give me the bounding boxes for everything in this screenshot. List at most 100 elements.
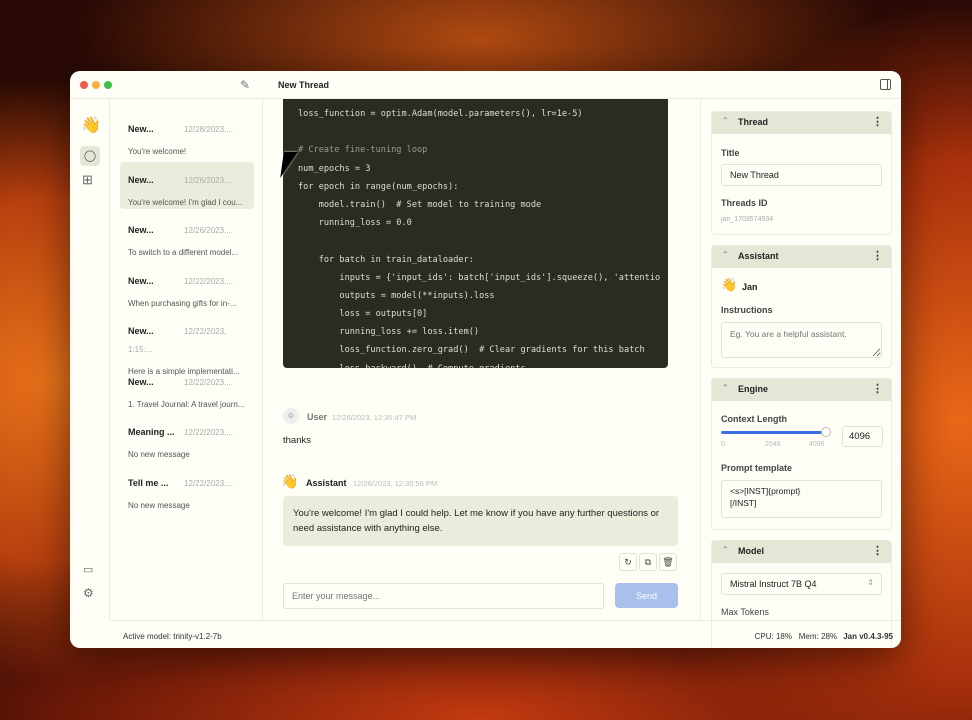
- more-icon[interactable]: ⋮: [872, 249, 883, 262]
- thread-item[interactable]: New... 12/22/2023, 1:15:... Here is a simp…: [120, 313, 254, 376]
- code-line: running_loss += loss.item(): [298, 327, 480, 338]
- toggle-panel-icon[interactable]: [880, 79, 891, 90]
- model-select[interactable]: Mistral Instruct 7B Q4 ⇕: [721, 573, 882, 595]
- thread-preview: You're welcome! I'm glad I cou...: [128, 197, 243, 207]
- message-text: thanks: [283, 435, 311, 446]
- thread-preview: You're welcome!: [128, 147, 187, 156]
- thread-preview: To switch to a different model...: [128, 248, 239, 257]
- code-line: outputs = model(**inputs).loss: [298, 290, 495, 301]
- send-button[interactable]: Send: [615, 583, 678, 608]
- card-title: Model: [738, 546, 764, 556]
- thread-item[interactable]: New... 12/22/2023,... 1. Travel Journal: A…: [120, 364, 254, 411]
- thread-item[interactable]: New... 12/26/2023,... To switch to a diffe…: [120, 212, 254, 259]
- more-icon[interactable]: ⋮: [872, 115, 883, 128]
- card-title: Assistant: [738, 251, 779, 261]
- context-length-slider[interactable]: [721, 427, 831, 437]
- prompt-template-label: Prompt template: [721, 463, 793, 473]
- thread-date: 12/22/2023,...: [184, 377, 233, 387]
- delete-icon[interactable]: 🗑: [659, 553, 677, 571]
- thread-title: Tell me ...: [128, 477, 169, 488]
- thread-title: New...: [128, 275, 154, 286]
- chevron-up-icon: ⌃: [722, 383, 729, 392]
- code-line: loss = outputs[0]: [298, 309, 428, 320]
- mem-usage: Mem: 28%: [798, 632, 837, 641]
- context-length-label: Context Length: [721, 414, 787, 424]
- thread-title: New...: [128, 124, 154, 134]
- code-line: inputs = {'input_ids': batch['input_ids'…: [298, 272, 661, 283]
- assistant-avatar-icon: 👋: [281, 473, 299, 489]
- code-block: loss_function = optim.Adam(model.paramet…: [283, 99, 668, 368]
- gear-icon[interactable]: ⚙: [83, 586, 94, 600]
- message-role: User: [307, 412, 328, 422]
- thread-item[interactable]: Tell me ... 12/22/2023,... No new message: [120, 465, 254, 512]
- more-icon[interactable]: ⋮: [872, 544, 883, 557]
- instructions-textarea[interactable]: [721, 322, 882, 358]
- status-bar: Active model: trinity-v1.2-7b CPU: 18% M…: [110, 620, 901, 648]
- monitor-icon[interactable]: ▭: [83, 563, 93, 576]
- title-input[interactable]: New Thread: [721, 164, 882, 186]
- context-length-input[interactable]: 4096: [842, 426, 883, 447]
- thread-date: 12/26/2023,...: [184, 175, 233, 185]
- slider-tick: 0: [721, 441, 725, 448]
- chevron-up-icon: ⌃: [722, 116, 729, 125]
- code-line: loss_function.zero_grad() # Clear gradie…: [298, 345, 645, 356]
- maximize-window-button[interactable]: [104, 81, 112, 89]
- slider-tick: 2048: [765, 441, 781, 448]
- thread-title: New...: [128, 326, 154, 336]
- message-bubble: You're welcome! I'm glad I could help. L…: [283, 496, 678, 546]
- message-role: Assistant: [306, 478, 347, 488]
- code-line: loss_function = optim.Adam(model.paramet…: [298, 109, 583, 119]
- title-label: Title: [721, 148, 740, 158]
- thread-card: ⌃ Thread ⋮ Title New Thread Threads ID jan…: [711, 111, 892, 235]
- thread-date: 12/26/2023,...: [184, 226, 233, 235]
- chevron-up-icon: ⌃: [722, 545, 729, 554]
- copy-icon[interactable]: ⧉: [639, 553, 657, 571]
- more-icon[interactable]: ⋮: [872, 382, 883, 395]
- thread-date: 12/22/2023,...: [184, 428, 233, 437]
- code-line: for batch in train_dataloader:: [298, 254, 474, 265]
- assistant-name: Jan: [742, 282, 758, 292]
- message-input[interactable]: [283, 583, 604, 609]
- thread-title: New...: [128, 174, 154, 185]
- active-model: Active model: trinity-v1.2-7b: [123, 632, 222, 641]
- grid-icon[interactable]: ⊞: [82, 172, 93, 188]
- thread-id-label: Threads ID: [721, 198, 768, 208]
- slider-handle[interactable]: [821, 427, 831, 437]
- slider-fill: [721, 431, 826, 434]
- card-title: Engine: [738, 384, 769, 394]
- thread-item[interactable]: New... 12/26/2023,... You're welcome! I'm …: [120, 161, 254, 209]
- instructions-label: Instructions: [721, 305, 773, 315]
- thread-preview: No new message: [128, 500, 190, 510]
- thread-id-value: jan_1703574534: [721, 216, 774, 223]
- card-title: Thread: [738, 117, 769, 127]
- close-window-button[interactable]: [80, 81, 88, 89]
- thread-item[interactable]: New... 12/22/2023,... When purchasing gift…: [120, 263, 254, 310]
- model-card-header[interactable]: ⌃ Model ⋮: [712, 541, 891, 563]
- prompt-template-textarea[interactable]: <s>[INST]{prompt} [/INST]: [721, 480, 882, 518]
- thread-preview: When purchasing gifts for in-...: [128, 298, 237, 308]
- waving-hand-logo-icon: 👋: [81, 117, 101, 134]
- code-line: loss.backward() # Compute gradients: [298, 360, 668, 368]
- thread-card-header[interactable]: ⌃ Thread ⋮: [712, 112, 891, 134]
- code-line: # Create fine-tuning loop: [298, 145, 428, 156]
- code-line: num_epochs = 3: [298, 163, 371, 174]
- settings-panel: ⌃ Thread ⋮ Title New Thread Threads ID jan…: [700, 99, 901, 648]
- thread-title: Meaning ...: [128, 427, 175, 437]
- thread-item[interactable]: New... 12/28/2023,... You're welcome!: [120, 111, 254, 158]
- minimize-window-button[interactable]: [92, 81, 100, 89]
- thread-preview: No new message: [128, 450, 190, 459]
- code-line: running_loss = 0.0: [298, 218, 412, 229]
- regenerate-icon[interactable]: ↻: [619, 553, 637, 571]
- engine-card-header[interactable]: ⌃ Engine ⋮: [712, 379, 891, 401]
- assistant-card-header[interactable]: ⌃ Assistant ⋮: [712, 246, 891, 268]
- thread-item[interactable]: Meaning ... 12/22/2023,... No new message: [120, 414, 254, 461]
- thread-date: 12/22/2023,...: [184, 276, 233, 286]
- new-thread-icon[interactable]: ✎: [240, 78, 250, 92]
- message-time: 12/26/2023, 12:35:56 PM: [353, 479, 438, 488]
- user-avatar-icon: ☺: [283, 408, 299, 424]
- app-window: ✎ New Thread 👋 ◯ ⊞ ▭ ⚙ New... 12/28/2023,…: [70, 71, 901, 648]
- thread-preview: 1. Travel Journal: A travel journ...: [128, 399, 245, 409]
- chat-icon[interactable]: ◯: [80, 146, 100, 166]
- nav-rail: 👋 ◯ ⊞ ▭ ⚙: [70, 99, 110, 620]
